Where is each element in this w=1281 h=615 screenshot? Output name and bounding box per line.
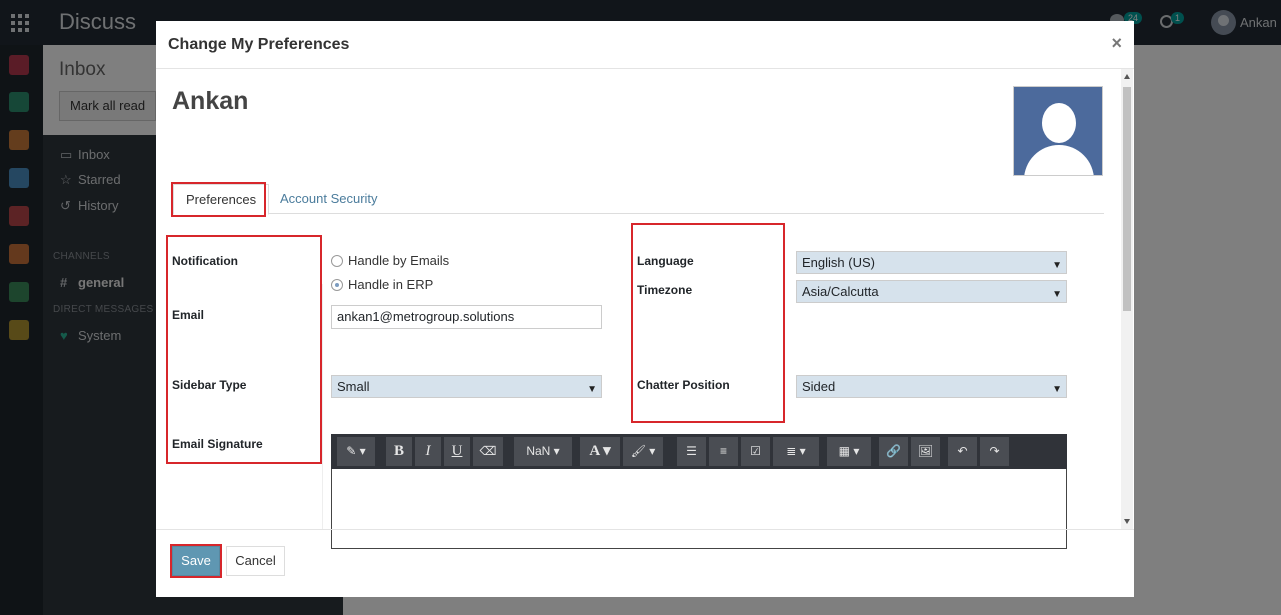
image-icon[interactable]: 🖼 (911, 437, 940, 466)
tab-account-security[interactable]: Account Security (268, 184, 390, 215)
ordered-list-icon[interactable]: ≡ (709, 437, 738, 466)
profile-avatar[interactable] (1013, 86, 1103, 176)
sidebar-type-select[interactable]: Small ▼ (331, 375, 602, 398)
record-name: Ankan (172, 87, 249, 115)
highlight-box-left-labels (166, 235, 322, 464)
unordered-list-icon[interactable]: ☰ (677, 437, 706, 466)
preferences-dialog: Change My Preferences × Ankan Preference… (156, 21, 1134, 597)
scroll-thumb[interactable] (1123, 87, 1131, 311)
signature-editor-toolbar: ✎ ▾ B I U ⌫ NaN ▾ A ▾ 🖌 ▾ ☰ ≡ ☑ ≣ ▾ ▦ ▾ … (331, 434, 1067, 469)
undo-icon[interactable]: ↶ (948, 437, 977, 466)
italic-icon[interactable]: I (415, 437, 441, 466)
underline-icon[interactable]: U (444, 437, 470, 466)
highlight-box-tab (171, 182, 266, 217)
radio-handle-by-emails[interactable] (331, 255, 343, 267)
scroll-up-icon[interactable] (1124, 74, 1130, 79)
chevron-down-icon: ▼ (587, 384, 597, 395)
language-select[interactable]: English (US) ▼ (796, 251, 1067, 274)
cancel-button[interactable]: Cancel (226, 546, 285, 576)
redo-icon[interactable]: ↷ (980, 437, 1009, 466)
highlight-box-right-labels (631, 223, 785, 423)
magic-wand-icon[interactable]: ✎ ▾ (337, 437, 375, 466)
close-icon[interactable]: × (1111, 33, 1122, 54)
timezone-select[interactable]: Asia/Calcutta ▼ (796, 280, 1067, 303)
email-field[interactable]: ankan1@metrogroup.solutions (331, 305, 602, 329)
chatter-position-select[interactable]: Sided ▼ (796, 375, 1067, 398)
checklist-icon[interactable]: ☑ (741, 437, 770, 466)
radio-label-emails[interactable]: Handle by Emails (348, 253, 449, 268)
dialog-title: Change My Preferences (168, 36, 350, 53)
paragraph-align-icon[interactable]: ≣ ▾ (773, 437, 819, 466)
link-icon[interactable]: 🔗 (879, 437, 908, 466)
highlight-box-save (170, 544, 222, 578)
chevron-down-icon: ▼ (1052, 289, 1062, 300)
table-icon[interactable]: ▦ ▾ (827, 437, 871, 466)
dialog-footer: Save Cancel (156, 529, 1134, 597)
font-size-dropdown[interactable]: NaN ▾ (514, 437, 572, 466)
dialog-scrollbar[interactable] (1121, 69, 1133, 529)
radio-handle-in-erp[interactable] (331, 279, 343, 291)
scroll-down-icon[interactable] (1124, 519, 1130, 524)
eraser-icon[interactable]: ⌫ (473, 437, 503, 466)
paint-brush-icon[interactable]: 🖌 ▾ (623, 437, 663, 466)
dialog-header: Change My Preferences × (156, 21, 1134, 69)
chevron-down-icon: ▼ (1052, 384, 1062, 395)
font-color-icon[interactable]: A ▾ (580, 437, 620, 466)
chevron-down-icon: ▼ (1052, 260, 1062, 271)
bold-icon[interactable]: B (386, 437, 412, 466)
radio-label-erp[interactable]: Handle in ERP (348, 277, 433, 292)
